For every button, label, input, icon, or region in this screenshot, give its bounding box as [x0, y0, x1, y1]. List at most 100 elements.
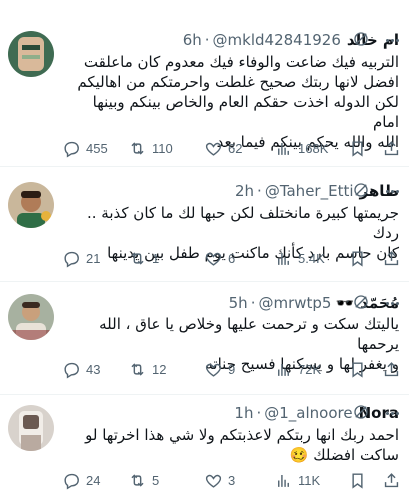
more-icon[interactable] — [384, 185, 400, 197]
user-handle[interactable]: @Taher_Etti — [265, 182, 354, 200]
share-icon — [382, 471, 401, 490]
repost-button[interactable]: 12 — [128, 360, 166, 379]
avatar[interactable] — [8, 182, 54, 228]
share-button[interactable] — [382, 471, 401, 490]
tweet-text-line: ياليتك سكت و ترحمت عليها وخلاص يا عاق ، … — [99, 315, 399, 353]
share-icon — [382, 249, 401, 268]
grok-icon[interactable] — [352, 181, 370, 199]
like-icon — [204, 360, 223, 379]
bookmark-icon — [348, 139, 367, 158]
repost-count: 1 — [152, 250, 160, 266]
tweet[interactable]: Nora @1_alnoore · 1h احمد ربك انها ربتكم… — [0, 395, 409, 500]
views-button[interactable]: 5.4K — [274, 249, 325, 268]
avatar-image — [8, 405, 54, 451]
reply-button[interactable]: 455 — [62, 139, 108, 158]
timestamp[interactable]: 2h — [235, 182, 254, 200]
views-button[interactable]: 72K — [274, 360, 321, 379]
tweet-header: مُحَمّد 🕶️ @mrwtp5 · 5h — [66, 292, 399, 314]
like-count: 6 — [228, 250, 236, 266]
share-icon — [382, 139, 401, 158]
grok-icon[interactable] — [352, 293, 370, 311]
bookmark-button[interactable] — [348, 139, 367, 158]
action-bar: 21 1 6 5.4K — [62, 247, 402, 269]
bookmark-button[interactable] — [348, 471, 367, 490]
tweet-text-line: جريمتها كبيرة مانختلف لكن حبها لك ما كان… — [87, 204, 399, 242]
timestamp[interactable]: 1h — [234, 404, 253, 422]
like-icon — [204, 139, 223, 158]
repost-icon — [128, 139, 147, 158]
like-icon — [204, 471, 223, 490]
repost-count: 5 — [152, 472, 160, 488]
reply-count: 455 — [86, 140, 108, 156]
repost-button[interactable]: 5 — [128, 471, 159, 490]
tweet-text: احمد ربك انها ربتكم لاعذبتكم ولا شي هذا … — [62, 425, 399, 465]
like-count: 62 — [228, 140, 243, 156]
like-button[interactable]: 3 — [204, 471, 235, 490]
tweet-text-line: افضل لانها ربتك صحيح غلطت واحرمتكم من اه… — [77, 73, 399, 91]
like-button[interactable]: 6 — [204, 249, 235, 268]
views-icon — [274, 360, 293, 379]
reply-count: 43 — [86, 361, 101, 377]
user-handle[interactable]: @mrwtp5 — [258, 294, 331, 312]
reply-count: 21 — [86, 250, 101, 266]
views-button[interactable]: 168K — [274, 139, 328, 158]
repost-icon — [128, 249, 147, 268]
action-bar: 455 110 62 168K — [62, 137, 402, 159]
user-handle[interactable]: @mkld42841926 — [213, 31, 341, 49]
share-button[interactable] — [382, 139, 401, 158]
avatar-image — [8, 182, 54, 228]
like-count: 9 — [228, 361, 236, 377]
avatar-image — [8, 31, 54, 77]
share-button[interactable] — [382, 360, 401, 379]
tweet[interactable]: ام خالد @mkld42841926 · 6h التربيه فيك ض… — [0, 0, 409, 167]
repost-button[interactable]: 110 — [128, 139, 173, 158]
reply-icon — [62, 360, 81, 379]
repost-icon — [128, 471, 147, 490]
bookmark-icon — [348, 249, 367, 268]
timestamp[interactable]: 5h — [229, 294, 248, 312]
tweet[interactable]: مُحَمّد 🕶️ @mrwtp5 · 5h ياليتك سكت و ترح… — [0, 282, 409, 395]
bookmark-button[interactable] — [348, 249, 367, 268]
views-icon — [274, 139, 293, 158]
tweet-text-line: احمد ربك انها ربتكم لاعذبتكم ولا شي هذا … — [85, 426, 399, 444]
share-button[interactable] — [382, 249, 401, 268]
views-icon — [274, 471, 293, 490]
tweet-header: طاهر @Taher_Etti · 2h — [66, 180, 399, 202]
timestamp[interactable]: 6h — [183, 31, 202, 49]
reply-count: 24 — [86, 472, 101, 488]
user-handle[interactable]: @1_alnoore — [264, 404, 352, 422]
tweet-text-line: ساكت افضلك 🥴 — [289, 446, 399, 464]
more-icon[interactable] — [384, 297, 400, 309]
repost-count: 12 — [152, 361, 167, 377]
tweet[interactable]: طاهر @Taher_Etti · 2h جريمتها كبيرة مانخ… — [0, 167, 409, 282]
reply-icon — [62, 249, 81, 268]
more-icon[interactable] — [384, 407, 400, 419]
reply-button[interactable]: 24 — [62, 471, 100, 490]
separator-dot: · — [257, 182, 262, 200]
tweet-header: Nora @1_alnoore · 1h — [66, 402, 399, 424]
grok-icon[interactable] — [352, 30, 370, 48]
views-count: 168K — [298, 140, 329, 156]
bookmark-button[interactable] — [348, 360, 367, 379]
share-icon — [382, 360, 401, 379]
views-button[interactable]: 11K — [274, 471, 320, 490]
bookmark-icon — [348, 471, 367, 490]
avatar[interactable] — [8, 294, 54, 340]
views-count: 11K — [298, 472, 321, 488]
avatar[interactable] — [8, 405, 54, 451]
repost-button[interactable]: 1 — [128, 249, 159, 268]
action-bar: 43 12 9 72K — [62, 358, 402, 380]
views-count: 5.4K — [298, 250, 325, 266]
tweet-text-line: التربيه فيك ضاعت والوفاء فيك معدوم كان م… — [83, 53, 399, 71]
like-button[interactable]: 62 — [204, 139, 242, 158]
more-icon[interactable] — [384, 34, 400, 46]
avatar[interactable] — [8, 31, 54, 77]
grok-icon[interactable] — [352, 403, 370, 421]
bookmark-icon — [348, 360, 367, 379]
action-bar: 24 5 3 11K — [62, 469, 402, 491]
reply-button[interactable]: 21 — [62, 249, 100, 268]
separator-dot: · — [250, 294, 256, 312]
reply-button[interactable]: 43 — [62, 360, 100, 379]
reply-icon — [62, 139, 81, 158]
like-button[interactable]: 9 — [204, 360, 235, 379]
